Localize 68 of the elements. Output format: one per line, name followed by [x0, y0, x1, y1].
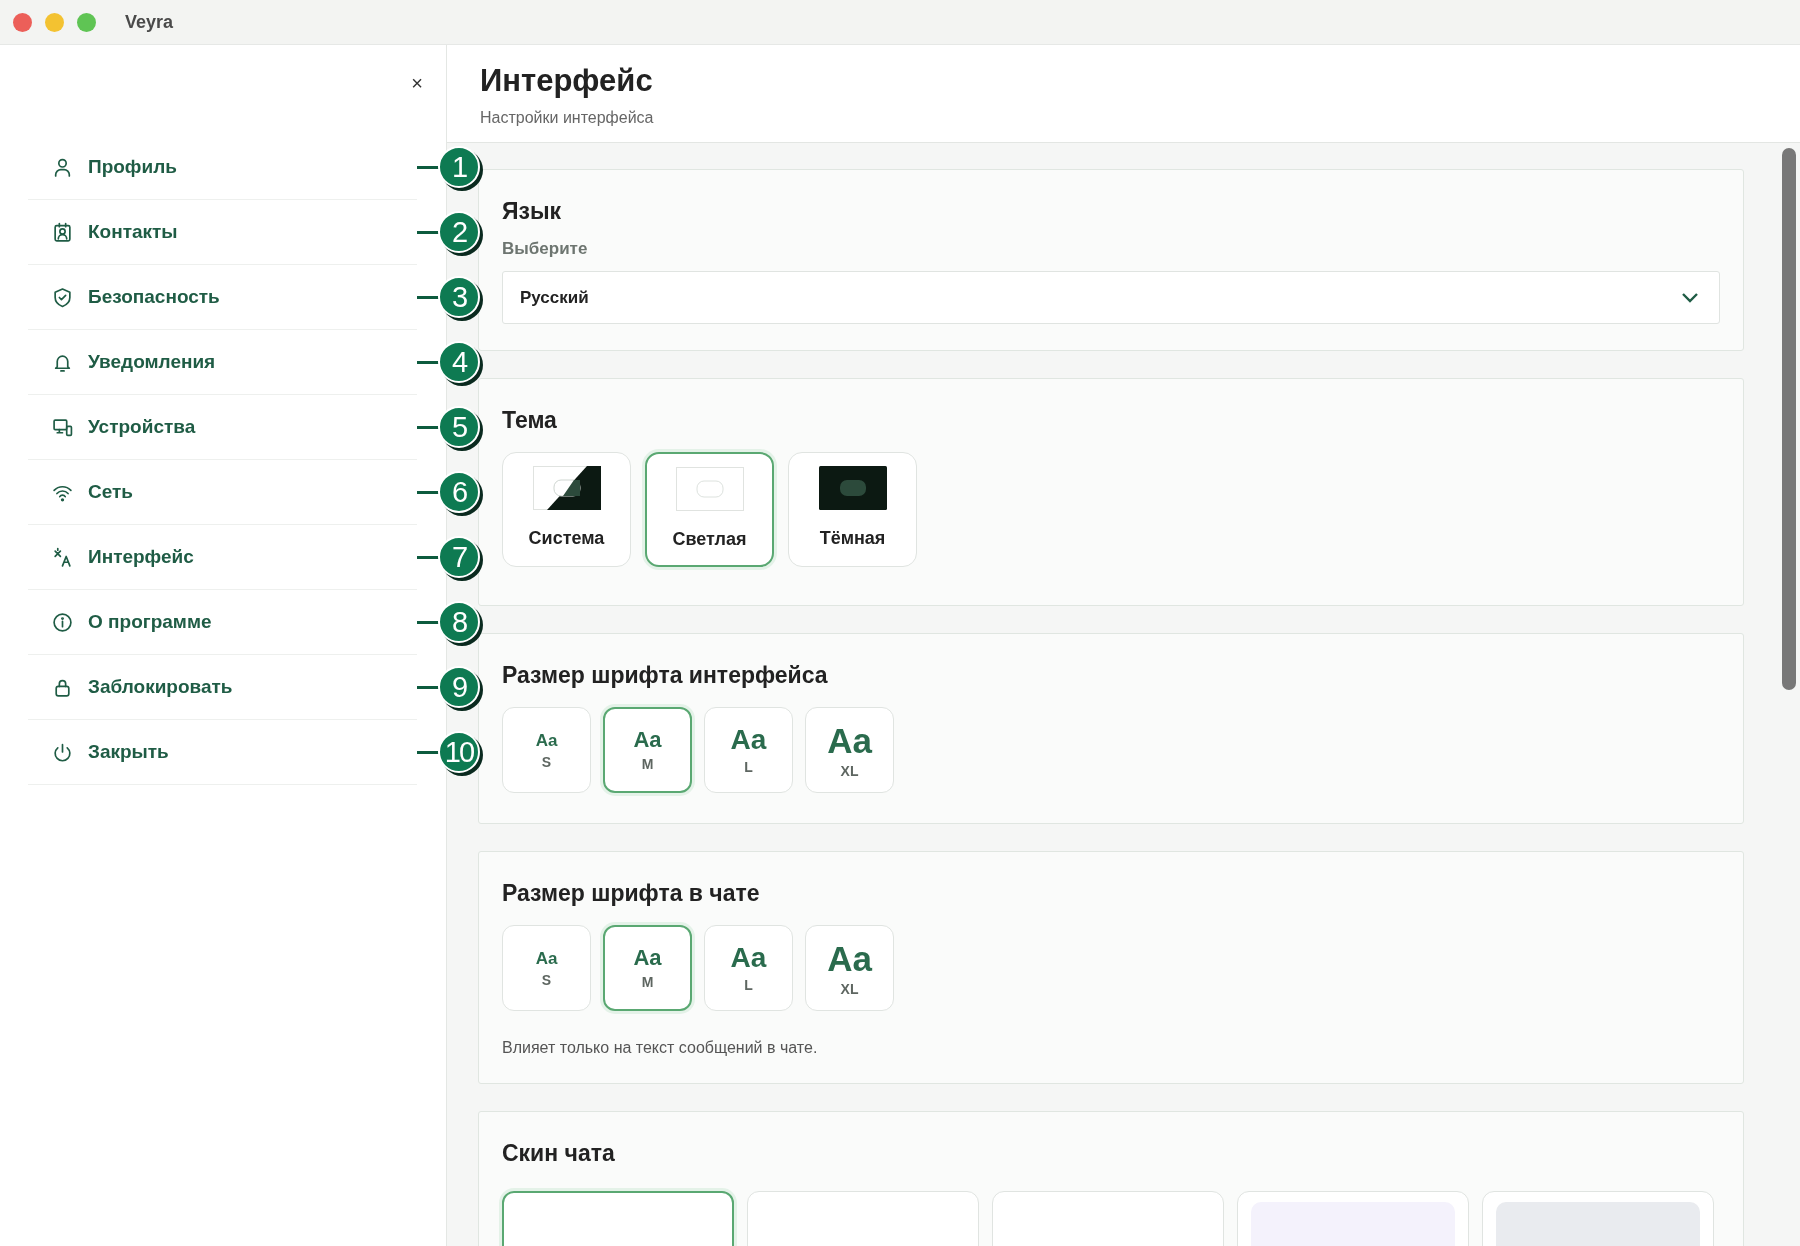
font-size-option[interactable]: Aa L — [704, 707, 793, 793]
nav-item[interactable]: Безопасность — [28, 265, 417, 330]
power-icon — [52, 741, 73, 763]
callout-badge: 4 — [438, 341, 480, 383]
font-size-option[interactable]: Aa XL — [805, 925, 894, 1011]
contact-card-icon — [52, 221, 73, 243]
callout-badge: 6 — [438, 471, 480, 513]
callout-badge: 9 — [438, 666, 480, 708]
callout-badge: 5 — [438, 406, 480, 448]
minimize-button[interactable] — [45, 12, 64, 32]
leader-line — [417, 621, 439, 624]
theme-preview-drawing — [532, 466, 601, 510]
leader-line — [417, 296, 439, 299]
nav-item[interactable]: Устройства — [28, 395, 417, 460]
devices-icon — [52, 416, 73, 438]
user-icon — [52, 156, 73, 178]
theme-option[interactable]: Светлая — [645, 452, 774, 567]
field-label: Выберите — [502, 239, 589, 259]
theme-preview-drawing — [818, 466, 887, 510]
scrollbar-thumb[interactable] — [1782, 148, 1796, 690]
font-size-option[interactable]: Aa XL — [805, 707, 894, 793]
leader-line — [417, 426, 439, 429]
callout-badge: 7 — [438, 536, 480, 578]
leader-line — [417, 491, 439, 494]
info-icon — [52, 611, 73, 633]
section-title: Скин чата — [502, 1140, 615, 1167]
theme-option[interactable]: Система — [502, 452, 631, 567]
page-subtitle: Настройки интерфейса — [480, 109, 654, 127]
font-size-option[interactable]: Aa M — [603, 925, 692, 1011]
leader-line — [417, 686, 439, 689]
theme-option[interactable]: Тёмная — [788, 452, 917, 567]
nav-item[interactable]: О программе — [28, 590, 417, 655]
nav-item[interactable]: Сеть — [28, 460, 417, 525]
nav-item[interactable]: Закрыть — [28, 720, 417, 785]
callout-badge: 10 — [438, 731, 480, 773]
nav-item[interactable]: Контакты — [28, 200, 417, 265]
font-size-option[interactable]: Aa S — [502, 707, 591, 793]
theme-preview-drawing — [675, 467, 744, 511]
leader-line — [417, 751, 439, 754]
font-size-option[interactable]: Aa M — [603, 707, 692, 793]
section-title: Размер шрифта в чате — [502, 880, 760, 907]
callout-badge: 2 — [438, 211, 480, 253]
translate-icon — [52, 546, 73, 568]
zoom-button[interactable] — [77, 12, 96, 32]
callout-badge: 3 — [438, 276, 480, 318]
shield-check-icon — [52, 286, 73, 308]
leader-line — [417, 361, 439, 364]
nav-item[interactable]: Заблокировать — [28, 655, 417, 720]
page-title: Интерфейс — [480, 63, 654, 99]
nav-item[interactable]: Интерфейс — [28, 525, 417, 590]
font-size-option[interactable]: Aa S — [502, 925, 591, 1011]
nav-item[interactable]: Профиль — [28, 135, 417, 200]
leader-line — [417, 556, 439, 559]
callout-badge: 1 — [438, 146, 480, 188]
close-button[interactable] — [13, 12, 32, 32]
section-title: Тема — [502, 407, 557, 434]
leader-line — [417, 166, 439, 169]
section-title: Размер шрифта интерфейса — [502, 662, 828, 689]
callout-badge: 8 — [438, 601, 480, 643]
chevron-down-icon — [1681, 291, 1699, 304]
close-icon[interactable]: × — [411, 73, 423, 93]
section-title: Язык — [502, 198, 562, 225]
nav-item[interactable]: Уведомления — [28, 330, 417, 395]
hint-text: Влияет только на текст сообщений в чате. — [502, 1039, 818, 1057]
leader-line — [417, 231, 439, 234]
window-title: Veyra — [125, 11, 174, 33]
language-select[interactable]: Русский — [502, 271, 1720, 324]
font-size-option[interactable]: Aa L — [704, 925, 793, 1011]
